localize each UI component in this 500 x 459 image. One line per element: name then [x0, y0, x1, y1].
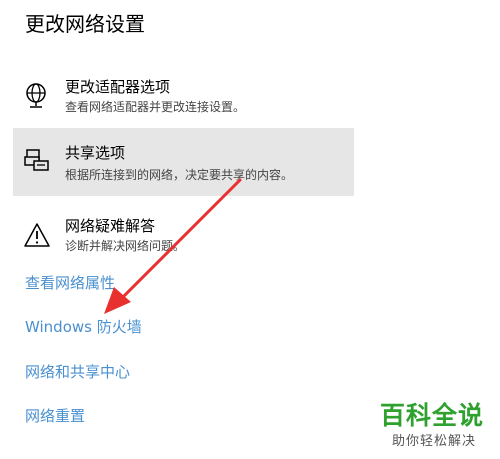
option-title: 更改适配器选项: [65, 78, 171, 96]
option-description: 诊断并解决网络问题。: [65, 239, 186, 253]
page-title: 更改网络设置: [25, 12, 145, 36]
option-change-adapter[interactable]: 更改适配器选项 查看网络适配器并更改连接设置。: [13, 68, 354, 126]
option-description: 查看网络适配器并更改连接设置。: [65, 100, 246, 114]
option-troubleshoot[interactable]: 网络疑难解答 诊断并解决网络问题。: [13, 207, 354, 265]
link-network-reset[interactable]: 网络重置: [25, 405, 85, 426]
warning-icon: [24, 223, 50, 247]
link-windows-firewall[interactable]: Windows 防火墙: [25, 316, 142, 337]
option-title: 共享选项: [65, 144, 126, 162]
watermark-slogan: 助你轻松解决: [391, 434, 476, 449]
watermark-brand: 百科全说: [379, 401, 484, 430]
option-title: 网络疑难解答: [65, 217, 156, 235]
globe-monitor-icon: [26, 83, 46, 108]
sharing-icon: [24, 149, 49, 171]
link-network-sharing-center[interactable]: 网络和共享中心: [25, 361, 130, 382]
link-network-properties[interactable]: 查看网络属性: [25, 272, 115, 293]
option-sharing[interactable]: 共享选项 根据所连接到的网络，决定要共享的内容。: [13, 128, 354, 196]
option-description: 根据所连接到的网络，决定要共享的内容。: [65, 168, 294, 182]
